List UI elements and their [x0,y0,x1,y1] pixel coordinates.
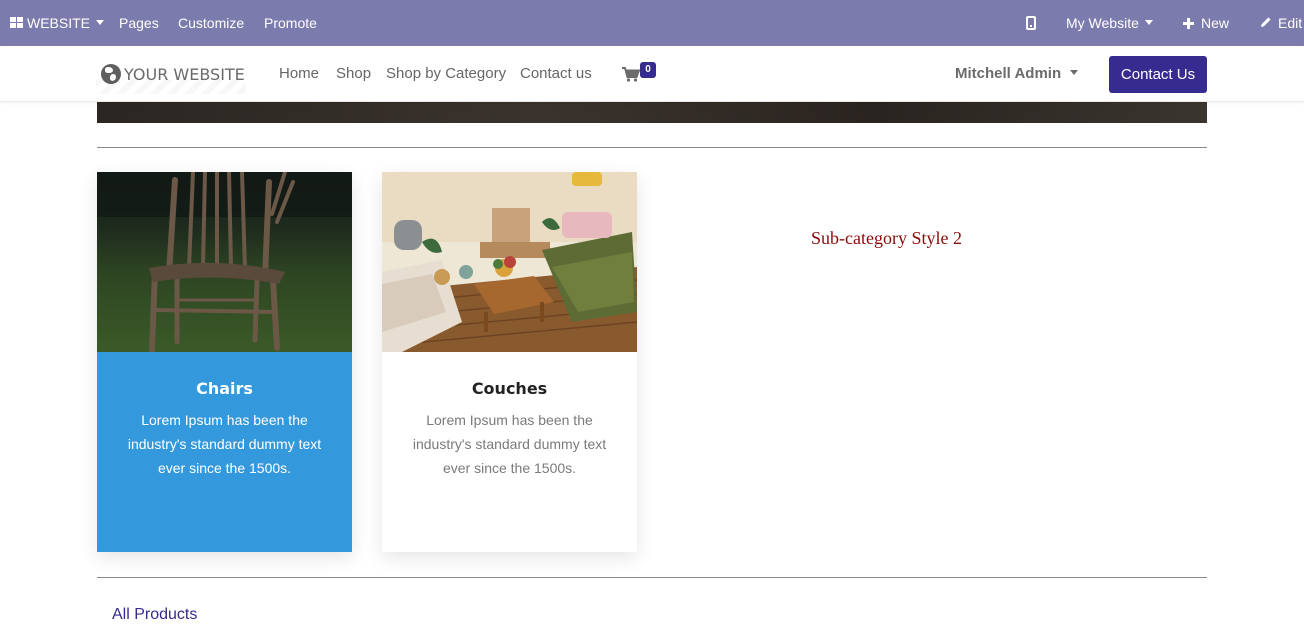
category-card-couches[interactable]: Couches Lorem Ipsum has been the industr… [382,172,637,552]
chevron-down-icon [1144,19,1153,25]
cart-count-badge: 0 [640,62,656,78]
section-divider-top [97,147,1207,148]
user-menu-dropdown[interactable]: Mitchell Admin [955,46,1079,102]
plus-icon [1183,17,1194,29]
new-button-label: New [1201,15,1230,31]
chevron-down-icon [1070,69,1079,75]
promote-menu[interactable]: Promote [264,0,317,46]
nav-link-shop-by-category[interactable]: Shop by Category [386,46,506,102]
chairs-image [97,172,352,352]
chevron-down-icon [96,19,105,25]
customize-menu[interactable]: Customize [178,0,244,46]
website-menu-button[interactable]: WEBSITE [10,0,105,46]
all-products-link[interactable]: All Products [112,606,197,624]
hero-banner-image [97,102,1207,123]
subcategory-heading: Sub-category Style 2 [811,228,962,248]
new-button[interactable]: New [1183,0,1229,46]
category-title: Couches [471,379,548,398]
logo-hatch-decoration [96,80,246,94]
category-description: Lorem Ipsum has been the industry's stan… [127,412,322,476]
category-description: Lorem Ipsum has been the industry's stan… [412,412,607,476]
mobile-preview-icon[interactable] [1026,16,1036,30]
contact-us-button[interactable]: Contact Us [1109,56,1207,93]
couches-image [382,172,637,352]
nav-link-shop[interactable]: Shop [336,46,371,102]
website-switcher-dropdown[interactable]: My Website [1066,0,1153,46]
shopping-cart-icon[interactable] [622,67,640,82]
apps-grid-icon [10,16,23,28]
pencil-icon [1261,17,1271,28]
nav-link-contact[interactable]: Contact us [520,46,592,102]
user-name: Mitchell Admin [955,65,1062,82]
section-divider-bottom [97,577,1207,578]
website-admin-bar: WEBSITE Pages Customize Promote My Websi… [0,0,1304,46]
edit-button-label: Edit [1278,15,1303,31]
nav-link-home[interactable]: Home [279,46,319,102]
edit-button[interactable]: Edit [1260,0,1302,46]
website-menu-label: WEBSITE [27,15,91,31]
category-card-chairs[interactable]: Chairs Lorem Ipsum has been the industry… [97,172,352,552]
website-switcher-label: My Website [1066,15,1139,31]
pages-menu[interactable]: Pages [119,0,159,46]
category-title: Chairs [196,379,253,398]
